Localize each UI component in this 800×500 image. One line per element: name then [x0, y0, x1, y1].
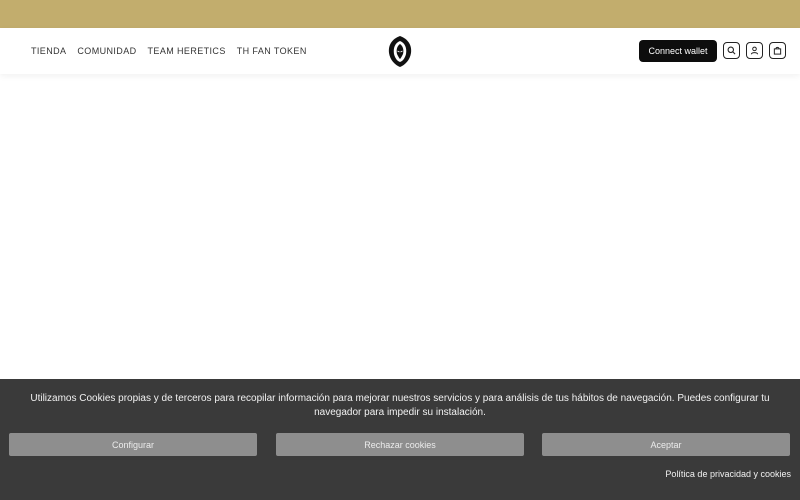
privacy-policy-link[interactable]: Política de privacidad y cookies [665, 469, 791, 479]
search-icon [727, 46, 736, 55]
nav-link-tienda[interactable]: TIENDA [31, 46, 66, 56]
connect-wallet-button[interactable]: Connect wallet [639, 40, 717, 62]
nav-link-comunidad[interactable]: COMUNIDAD [77, 46, 136, 56]
account-button[interactable] [746, 42, 763, 59]
cookie-banner: Utilizamos Cookies propias y de terceros… [0, 379, 800, 500]
site-header: TIENDA COMUNIDAD TEAM HERETICS TH FAN TO… [0, 28, 800, 74]
cookie-message: Utilizamos Cookies propias y de terceros… [30, 393, 770, 418]
main-nav: TIENDA COMUNIDAD TEAM HERETICS TH FAN TO… [31, 28, 318, 74]
configure-cookies-button[interactable]: Configurar [9, 433, 257, 456]
user-icon [750, 46, 759, 55]
accept-cookies-button[interactable]: Aceptar [542, 433, 790, 456]
cart-button[interactable] [769, 42, 786, 59]
nav-link-th-fan-token[interactable]: TH FAN TOKEN [237, 46, 307, 56]
search-button[interactable] [723, 42, 740, 59]
reject-cookies-button[interactable]: Rechazar cookies [276, 433, 524, 456]
heretics-logo-icon[interactable] [386, 35, 414, 68]
cart-icon [773, 46, 782, 55]
top-banner [0, 0, 800, 28]
nav-link-team-heretics[interactable]: TEAM HERETICS [148, 46, 226, 56]
